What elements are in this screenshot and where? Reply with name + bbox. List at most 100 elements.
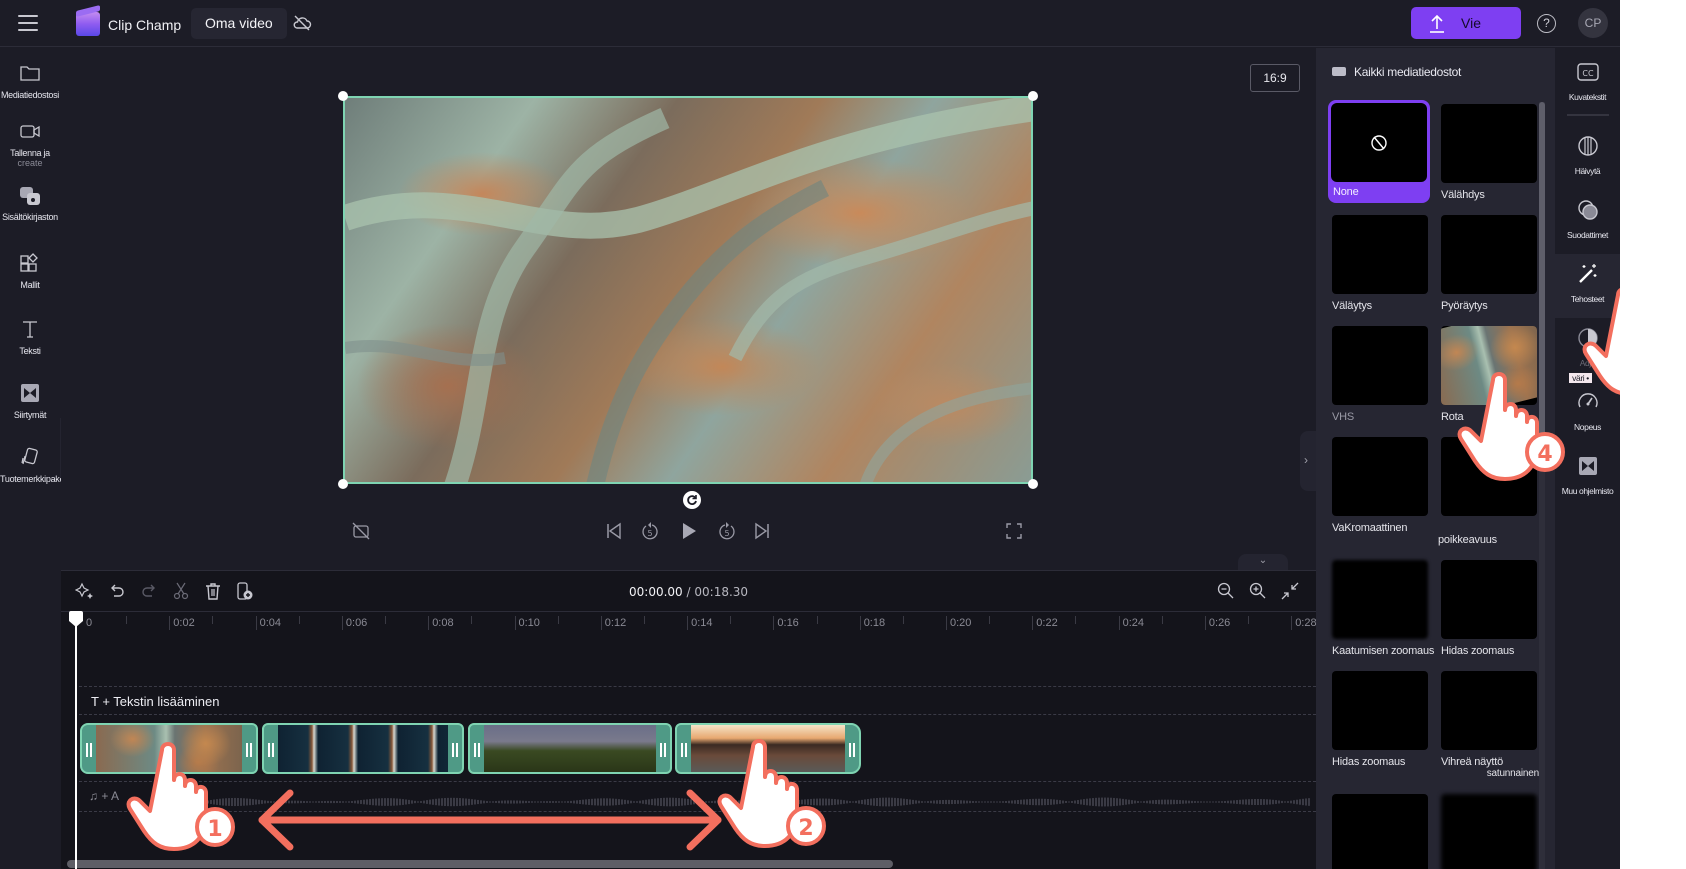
- effect-valahdys[interactable]: Välähdys: [1441, 104, 1537, 201]
- waveform-bar: [729, 800, 731, 804]
- timeline-clip-aerial[interactable]: [80, 723, 258, 774]
- magic-sparkle-icon[interactable]: [75, 581, 95, 601]
- export-button[interactable]: Vie: [1411, 7, 1521, 39]
- help-icon[interactable]: ?: [1537, 14, 1556, 33]
- cloud-off-icon[interactable]: [292, 14, 312, 32]
- forward-5-icon[interactable]: 5: [717, 521, 737, 541]
- waveform-bar: [990, 801, 992, 803]
- effect-hidas-zoomaus-2[interactable]: Hidas zoomaus: [1332, 671, 1428, 768]
- sidebar-item-media[interactable]: Mediatiedostosi: [0, 62, 60, 100]
- effect-kaatumisen-zoomaus[interactable]: Kaatumisen zoomaus: [1332, 560, 1434, 657]
- rail-item-other[interactable]: Muu ohjelmisto: [1555, 446, 1620, 510]
- effect-tile-14[interactable]: [1441, 794, 1537, 869]
- rail-item-captions[interactable]: CC Kuvatekstit: [1555, 52, 1620, 116]
- sidebar-item-brand-kit[interactable]: Tuotemerkkipaketti: [0, 446, 71, 484]
- trim-handle-right[interactable]: [246, 743, 252, 757]
- resize-handle-top-left[interactable]: [338, 91, 348, 101]
- skip-back-icon[interactable]: [604, 521, 624, 541]
- trim-handle-left[interactable]: [474, 743, 480, 757]
- video-preview[interactable]: [343, 96, 1033, 484]
- skip-forward-icon[interactable]: [752, 521, 772, 541]
- effect-vhs[interactable]: VHS: [1332, 326, 1428, 423]
- rail-item-effects[interactable]: Tehosteet: [1555, 254, 1620, 318]
- sidebar-item-record[interactable]: Tallenna ja create: [0, 120, 60, 168]
- trim-handle-right[interactable]: [849, 743, 855, 757]
- waveform-bar: [648, 799, 650, 805]
- clip-thumbnails: [96, 725, 242, 772]
- waveform-bar: [447, 797, 449, 807]
- add-audio-track[interactable]: ♫ + A: [89, 789, 119, 803]
- rotate-handle[interactable]: [683, 491, 701, 509]
- waveform-bar: [966, 800, 968, 804]
- project-name-field[interactable]: Oma video: [191, 8, 287, 39]
- timeline-horizontal-scrollbar[interactable]: [67, 860, 893, 868]
- timeline-clip-coastline[interactable]: [262, 723, 464, 774]
- avatar[interactable]: CP: [1578, 8, 1608, 38]
- resize-handle-bottom-right[interactable]: [1028, 479, 1038, 489]
- add-text-track[interactable]: T + Tekstin lisääminen: [91, 694, 220, 709]
- undo-icon[interactable]: [107, 581, 127, 601]
- effect-kromaattinen[interactable]: VaKromaattinen: [1332, 437, 1428, 534]
- effects-panel-scrollbar[interactable]: [1539, 102, 1545, 869]
- rail-item-adjust-colors[interactable]: Adju väri •: [1555, 318, 1620, 383]
- redo-icon[interactable]: [139, 581, 159, 601]
- delete-trash-icon[interactable]: [203, 581, 223, 601]
- trim-handle-right[interactable]: [452, 743, 458, 757]
- sidebar-item-transitions[interactable]: Siirtymät: [0, 382, 60, 420]
- collapse-timeline-button[interactable]: ⌄: [1238, 554, 1288, 570]
- timeline-clip-forest[interactable]: [468, 723, 672, 774]
- effect-vihrea-naytto[interactable]: Vihreä näyttö satunnainen: [1441, 671, 1539, 779]
- zoom-out-icon[interactable]: [1216, 581, 1236, 601]
- hamburger-icon[interactable]: [18, 15, 38, 31]
- waveform-bar: [636, 801, 638, 803]
- waveform-bar: [1170, 799, 1172, 805]
- captions-off-icon[interactable]: [351, 521, 371, 541]
- timeline-ruler[interactable]: 0 0:02 0:04 0:06 0:08 0:10 0:12 0:14 0:16 0:18 0:2…: [61, 611, 1317, 635]
- sidebar-item-text[interactable]: Teksti: [0, 318, 60, 356]
- waveform-bar: [480, 800, 482, 804]
- rail-item-fade[interactable]: Häivytä: [1555, 126, 1620, 190]
- sidebar-item-content-library[interactable]: Sisältökirjaston: [0, 184, 60, 222]
- rail-item-speed[interactable]: Nopeus: [1555, 382, 1620, 446]
- waveform-bar: [954, 800, 956, 804]
- rewind-5-icon[interactable]: 5: [640, 521, 660, 541]
- aspect-ratio-button[interactable]: 16:9: [1250, 64, 1300, 92]
- effect-pyoraytys[interactable]: Pyöräytys: [1441, 215, 1537, 312]
- fit-timeline-icon[interactable]: [1280, 581, 1300, 601]
- trim-handle-left[interactable]: [86, 743, 92, 757]
- waveform-bar: [222, 798, 224, 806]
- effect-poikkeavuus[interactable]: poikkeavuus: [1438, 437, 1537, 546]
- split-scissors-icon[interactable]: [171, 581, 191, 601]
- waveform-bar: [669, 797, 671, 807]
- waveform-bar: [771, 801, 773, 803]
- ruler-minor-tick: [385, 616, 387, 624]
- playhead[interactable]: [69, 611, 83, 869]
- trim-handle-right[interactable]: [660, 743, 666, 757]
- trim-handle-left[interactable]: [681, 743, 687, 757]
- scrollbar-thumb[interactable]: [1539, 102, 1545, 462]
- effect-rotate[interactable]: Rota: [1441, 326, 1537, 423]
- ruler-tick: 0:02: [169, 616, 195, 630]
- sidebar-item-templates[interactable]: Mallit: [0, 252, 60, 290]
- effect-valaytys[interactable]: Väläytys: [1332, 215, 1428, 312]
- waveform-bar: [1044, 798, 1046, 806]
- resize-handle-bottom-left[interactable]: [338, 479, 348, 489]
- rail-item-filters[interactable]: Suodattimet: [1555, 190, 1620, 254]
- zoom-in-icon[interactable]: [1248, 581, 1268, 601]
- play-icon[interactable]: [679, 521, 699, 541]
- add-to-timeline-icon[interactable]: [235, 581, 255, 601]
- ruler-minor-tick: [212, 616, 214, 624]
- effect-tile-13[interactable]: [1332, 794, 1428, 869]
- waveform-bar: [1137, 801, 1139, 803]
- ruler-tick: 0:04: [255, 616, 281, 630]
- trim-handle-left[interactable]: [268, 743, 274, 757]
- waveform-bar: [657, 798, 659, 806]
- collapse-right-panel-button[interactable]: ›: [1300, 431, 1316, 491]
- effect-none[interactable]: None: [1328, 100, 1430, 203]
- resize-handle-top-right[interactable]: [1028, 91, 1038, 101]
- timeline-clip-sunset[interactable]: [675, 723, 861, 774]
- fullscreen-icon[interactable]: [1004, 521, 1024, 541]
- waveform-bar: [1218, 801, 1220, 803]
- effect-hidas-zoomaus[interactable]: Hidas zoomaus: [1441, 560, 1537, 657]
- waveform-bar: [849, 801, 851, 803]
